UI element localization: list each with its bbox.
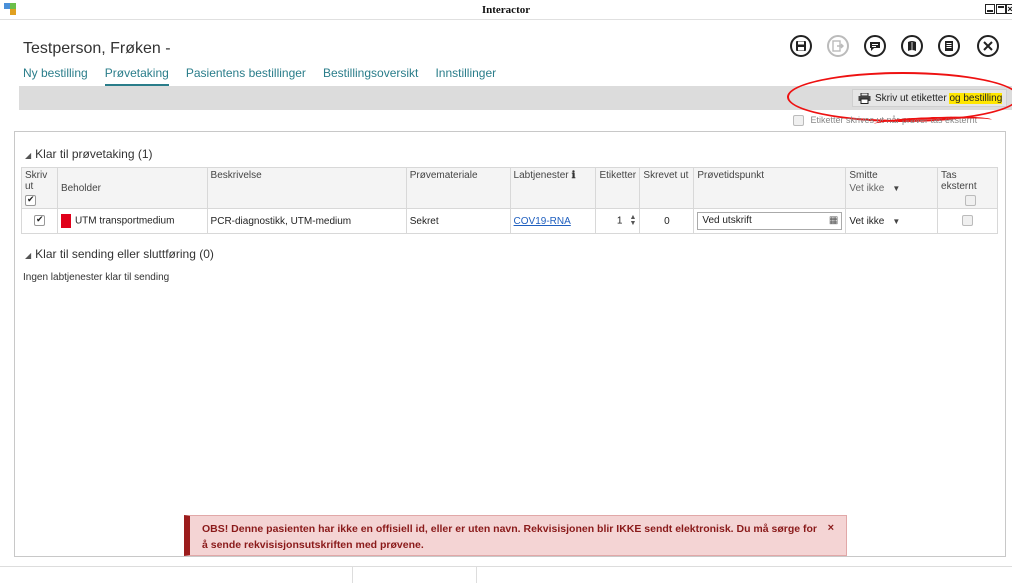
calendar-icon[interactable]: ▦ [829, 215, 838, 226]
col-material: Prøvemateriale [405, 167, 511, 209]
tab-ny-bestilling[interactable]: Ny bestilling [23, 66, 88, 84]
col-labels: Etiketter [595, 167, 641, 209]
save-icon[interactable] [790, 35, 812, 57]
maximize-button[interactable] [996, 4, 1006, 14]
cell-time: Ved utskrift ▦ [693, 208, 847, 234]
print-button-label-highlight: og bestilling [949, 93, 1003, 104]
table-header-row: Skriv ut Beholder Beskrivelse Prøvemater… [21, 167, 998, 209]
cell-labels[interactable]: 1 ▲ ▼ [595, 208, 641, 234]
collapse-triangle-icon: ◢ [25, 151, 32, 160]
status-segment [476, 567, 477, 583]
printer-icon [858, 93, 871, 104]
select-all-print-checkbox[interactable] [25, 194, 36, 206]
cell-print [21, 208, 58, 234]
patient-name: Testperson, Frøken - [23, 40, 171, 57]
status-segment [352, 567, 353, 583]
col-labservices-label: Labtjenester [513, 170, 569, 181]
sample-time-value: Ved utskrift [702, 215, 752, 226]
col-external-label: Tas eksternt [941, 170, 977, 192]
section-send-title: Klar til sending eller sluttføring (0) [35, 247, 214, 261]
sampling-table: Skriv ut Beholder Beskrivelse Prøvemater… [21, 167, 998, 234]
warning-banner: OBS! Denne pasienten har ikke en offisie… [184, 515, 847, 556]
main-navigation: Ny bestilling Prøvetaking Pasientens bes… [23, 66, 510, 86]
collapse-triangle-icon: ◢ [25, 251, 32, 260]
sample-time-input[interactable]: Ved utskrift ▦ [697, 212, 843, 230]
window-close-button[interactable]: × [1006, 4, 1012, 14]
col-labservices: Labtjenester ℹ [509, 167, 597, 209]
col-print: Skriv ut [21, 167, 58, 209]
info-icon[interactable]: ℹ [572, 170, 576, 181]
export-icon[interactable] [827, 35, 849, 57]
container-color-swatch [60, 214, 71, 228]
tab-innstillinger[interactable]: Innstillinger [435, 66, 496, 84]
col-infection: Smitte Vet ikke ▼ [845, 167, 939, 209]
col-print-label: Skriv ut [25, 170, 48, 192]
tab-provetaking[interactable]: Prøvetaking [104, 66, 169, 86]
select-all-external-checkbox[interactable] [965, 195, 977, 206]
row-external-checkbox[interactable] [962, 215, 974, 227]
print-button-label: Skriv ut etiketter [875, 93, 950, 104]
cell-external [937, 208, 998, 234]
row-print-checkbox[interactable] [33, 214, 45, 227]
stepper-icon[interactable]: ▲ ▼ [628, 214, 636, 227]
infection-all-dropdown[interactable]: Vet ikke ▼ [849, 183, 934, 194]
col-infection-label: Smitte [849, 170, 878, 181]
section-ready-title: Klar til prøvetaking (1) [35, 147, 153, 161]
warning-message: OBS! Denne pasienten har ikke en offisie… [202, 523, 818, 551]
window-title-bar: Interactor × [0, 0, 1012, 20]
chevron-down-icon: ▼ [892, 216, 901, 226]
close-icon[interactable] [977, 35, 999, 57]
infection-value: Vet ikke [849, 215, 885, 227]
status-bar [0, 566, 1012, 583]
cell-printed: 0 [639, 208, 695, 234]
window-title: Interactor [481, 4, 531, 16]
external-print-checkbox[interactable] [793, 115, 804, 127]
section-send-header[interactable]: ◢ Klar til sending eller sluttføring (0) [25, 247, 214, 261]
table-row: UTM transportmedium PCR-diagnostikk, UTM… [21, 208, 998, 234]
section-ready-header[interactable]: ◢ Klar til prøvetaking (1) [25, 147, 153, 161]
comment-icon[interactable] [864, 35, 886, 57]
cell-material: Sekret [405, 208, 511, 234]
labels-count: 1 [616, 215, 623, 227]
col-external: Tas eksternt [937, 167, 998, 209]
book-icon[interactable] [901, 35, 923, 57]
infection-all-value: Vet ikke [849, 183, 885, 194]
col-description: Beskrivelse [206, 167, 407, 209]
print-labels-and-order-button[interactable]: Skriv ut etiketter og bestilling [852, 89, 1008, 107]
cell-container: UTM transportmedium [56, 208, 208, 234]
cell-labservice: COV19-RNA [509, 208, 597, 234]
col-container: Beholder [56, 167, 208, 209]
document-icon[interactable] [938, 35, 960, 57]
container-name: UTM transportmedium [74, 215, 175, 227]
section-send-empty: Ingen labtjenester klar til sending [23, 272, 170, 283]
chevron-down-icon: ▼ [892, 184, 901, 193]
labservice-link[interactable]: COV19-RNA [514, 216, 571, 227]
cell-infection[interactable]: Vet ikke ▼ [845, 208, 939, 234]
col-time: Prøvetidspunkt [693, 167, 847, 209]
cell-description: PCR-diagnostikk, UTM-medium [206, 208, 407, 234]
tab-bestillingsoversikt[interactable]: Bestillingsoversikt [323, 66, 418, 84]
warning-close-icon[interactable]: × [828, 522, 834, 534]
minimize-button[interactable] [985, 4, 995, 14]
tab-pasientens-bestillinger[interactable]: Pasientens bestillinger [186, 66, 306, 84]
col-printed: Skrevet ut [639, 167, 695, 209]
